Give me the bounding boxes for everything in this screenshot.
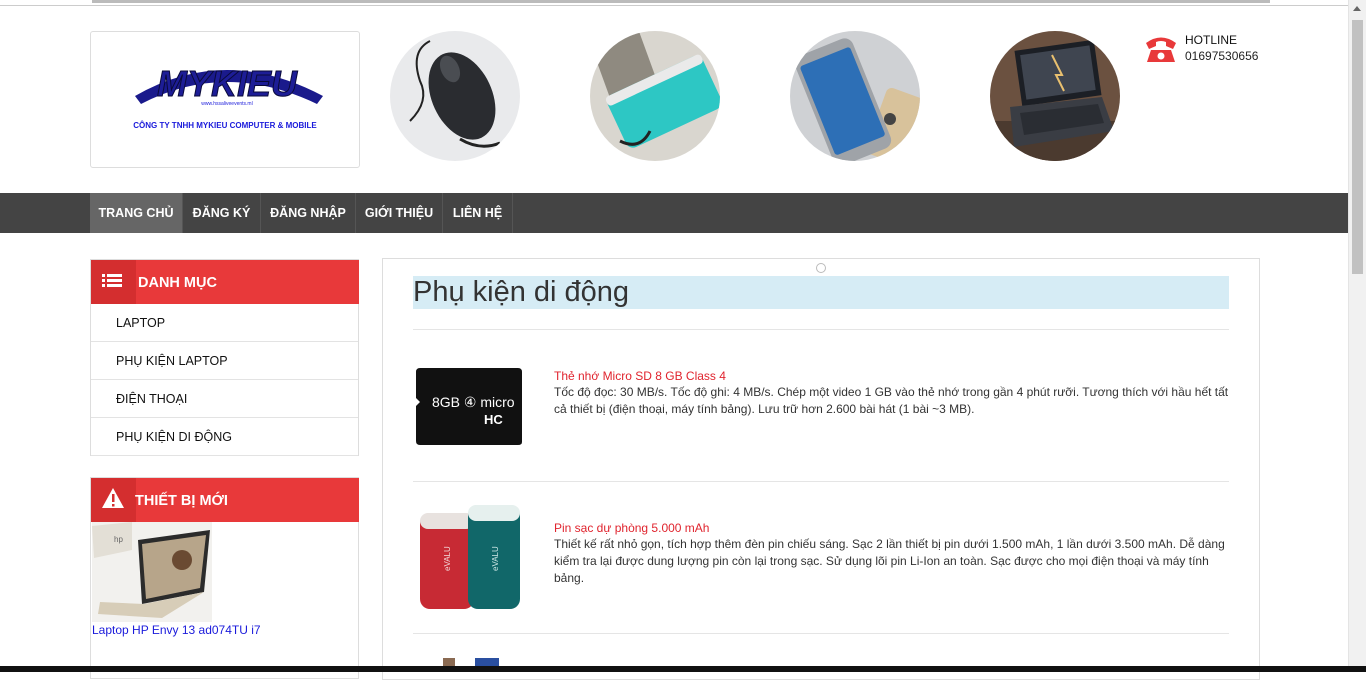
nav-contact[interactable]: LIÊN HỆ [443, 193, 513, 233]
hotline-label: HOTLINE [1185, 33, 1238, 47]
product-description: Thiết kế rất nhỏ gọn, tích hợp thêm đèn … [554, 537, 1225, 585]
warning-icon [91, 478, 136, 522]
mouse-image[interactable] [390, 31, 520, 161]
laptop-image[interactable] [990, 31, 1120, 161]
logo-graphic: MYKIEU www.hssaliveevents.ml CÔNG TY TNH… [133, 63, 323, 130]
new-device-link[interactable]: Laptop HP Envy 13 ad074TU i7 [92, 623, 261, 637]
category-mobile-accessories[interactable]: PHỤ KIỆN DI ĐỘNG [91, 418, 358, 456]
phone-image[interactable] [790, 31, 920, 161]
new-devices-header: THIẾT BỊ MỚI [91, 478, 359, 522]
divider [413, 329, 1229, 330]
product-image[interactable]: eVALU eVALU [414, 503, 524, 611]
svg-text:hp: hp [114, 535, 123, 544]
category-laptop[interactable]: LAPTOP [91, 304, 358, 342]
svg-text:eVALU: eVALU [443, 546, 452, 571]
svg-text:8GB ④ micro: 8GB ④ micro [432, 394, 515, 410]
svg-text:HC: HC [484, 412, 503, 427]
logo-brand: MYKIEU [157, 63, 298, 104]
main-nav: TRANG CHỦ ĐĂNG KÝ ĐĂNG NHẬP GIỚI THIỆU L… [0, 193, 1350, 233]
category-box: DANH MỤC LAPTOP PHỤ KIỆN LAPTOP ĐIỆN THO… [90, 259, 359, 456]
page-scrollbar[interactable] [1348, 0, 1366, 672]
product-name[interactable]: Pin sạc dự phòng 5.000 mAh [554, 521, 709, 535]
new-devices-box: THIẾT BỊ MỚI hp Laptop HP Envy 13 ad074T… [90, 477, 359, 679]
nav-register[interactable]: ĐĂNG KÝ [183, 193, 261, 233]
divider [413, 481, 1229, 482]
divider [413, 633, 1229, 634]
scroll-up-icon[interactable] [1353, 6, 1361, 11]
category-label: ĐIỆN THOẠI [116, 392, 188, 406]
nav-login[interactable]: ĐĂNG NHẬP [261, 193, 356, 233]
logo-website: www.hssaliveevents.ml [201, 101, 252, 107]
svg-text:eVALU: eVALU [491, 546, 500, 571]
top-border [92, 0, 1270, 3]
scrollbar-thumb[interactable] [1352, 20, 1363, 274]
top-border-line [0, 5, 1350, 6]
product-description: Tốc độ đọc: 30 MB/s. Tốc độ ghi: 4 MB/s.… [554, 385, 1229, 416]
product-panel: Phụ kiện di động 8GB ④ micro HC Thẻ nhớ … [382, 258, 1260, 680]
powerbank-image[interactable] [590, 31, 720, 161]
site-logo[interactable]: MYKIEU www.hssaliveevents.ml CÔNG TY TNH… [90, 31, 360, 168]
hotline-number[interactable]: 01697530656 [1185, 49, 1258, 63]
phone-icon [1146, 37, 1176, 62]
category-laptop-accessories[interactable]: PHỤ KIỆN LAPTOP [91, 342, 358, 380]
category-label: PHỤ KIỆN DI ĐỘNG [116, 430, 232, 444]
nav-home[interactable]: TRANG CHỦ [90, 193, 183, 233]
product-image[interactable]: 8GB ④ micro HC [414, 366, 524, 446]
category-label: LAPTOP [116, 316, 166, 330]
new-device-image[interactable]: hp [92, 522, 212, 622]
logo-company: CÔNG TY TNHH MYKIEU COMPUTER & MOBILE [133, 121, 317, 130]
new-devices-title: THIẾT BỊ MỚI [135, 493, 228, 509]
bottom-edge [0, 666, 1366, 672]
category-title: DANH MỤC [138, 275, 217, 291]
loading-indicator [816, 263, 826, 273]
category-phone[interactable]: ĐIỆN THOẠI [91, 380, 358, 418]
product-name[interactable]: Thẻ nhớ Micro SD 8 GB Class 4 [554, 369, 726, 383]
category-header: DANH MỤC [91, 260, 359, 304]
page-title: Phụ kiện di động [413, 276, 1229, 309]
nav-about[interactable]: GIỚI THIỆU [356, 193, 443, 233]
category-label: PHỤ KIỆN LAPTOP [116, 354, 228, 368]
list-icon [91, 260, 136, 304]
